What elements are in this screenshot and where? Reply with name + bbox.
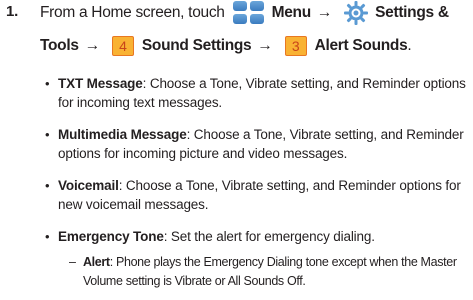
step-line-1: From a Home screen, touch Menu → Setting… [40,0,449,26]
sound-settings-label: Sound Settings [141,37,252,54]
bullet-icon: • [45,229,50,244]
option-description: : Set the alert for emergency dialing. [163,229,375,244]
settings-gear-icon [344,1,369,25]
bullet-icon: • [45,76,50,91]
step-period: . [407,37,412,54]
key-3-icon: 3 [284,36,307,56]
dash-icon: – [69,255,76,269]
menu-grid-icon [232,0,266,26]
arrow-2: → [84,37,101,54]
list-item: • Voicemail: Choose a Tone, Vibrate setti… [45,176,468,214]
sub-option-description: : Phone plays the Emergency Dialing tone… [83,255,457,288]
option-term: Multimedia Message [58,127,187,142]
list-item: • Multimedia Message: Choose a Tone, Vibr… [45,125,468,163]
step-number: 1. [6,3,19,20]
option-term: Emergency Tone [58,229,164,244]
option-term: Voicemail [58,178,119,193]
step-intro-text: From a Home screen, touch [40,4,225,21]
arrow-3: → [257,37,273,54]
list-item: • TXT Message: Choose a Tone, Vibrate set… [45,74,468,112]
bullet-icon: • [45,127,50,142]
settings-label: Settings & [375,4,449,21]
key-4-icon: 4 [111,36,134,56]
alert-sounds-label: Alert Sounds [314,37,408,54]
arrow-1: → [316,4,333,21]
step-line-2: Tools → 4 Sound Settings → 3 Alert Sound… [40,34,412,58]
option-description: : Choose a Tone, Vibrate setting, and Re… [58,178,461,212]
menu-label: Menu [271,4,312,21]
option-term: TXT Message [58,76,143,91]
list-item: • Emergency Tone: Set the alert for emerg… [45,227,468,246]
bullet-icon: • [45,178,50,193]
sub-option-term: Alert [83,255,110,269]
sub-list-item: – Alert: Phone plays the Emergency Dialin… [69,253,468,291]
tools-label: Tools [40,37,79,54]
